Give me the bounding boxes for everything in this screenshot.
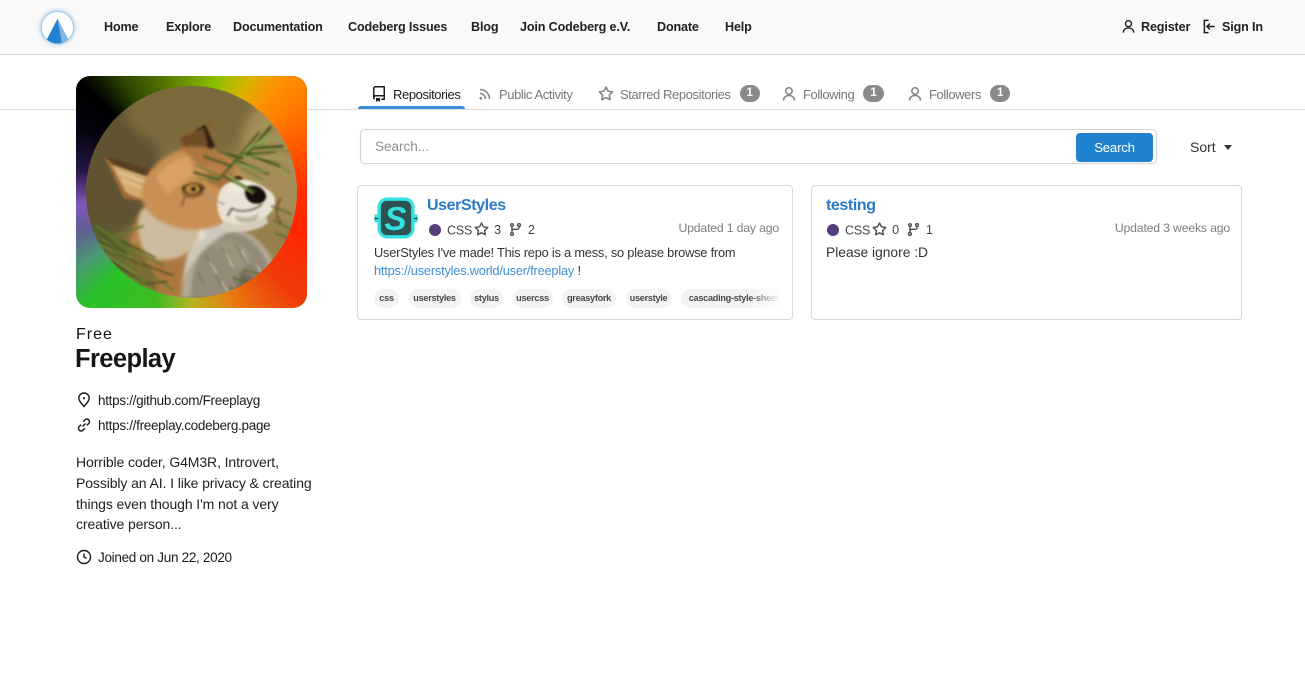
svg-text:S: S — [384, 201, 406, 238]
